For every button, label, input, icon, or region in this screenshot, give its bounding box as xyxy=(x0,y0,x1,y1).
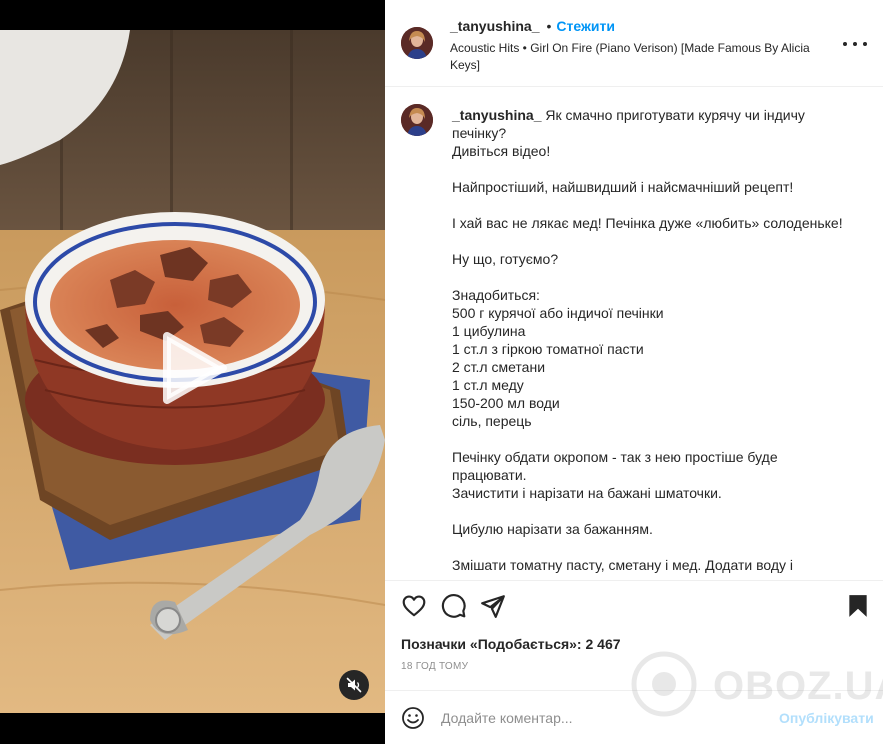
comments-area[interactable]: _tanyushina_ Як смачно приготувати куряч… xyxy=(385,88,883,580)
likes-count[interactable]: Позначки «Подобається»: 2 467 xyxy=(401,636,621,652)
mute-button[interactable] xyxy=(339,670,369,700)
follow-button[interactable]: Стежити xyxy=(556,18,615,34)
heart-icon[interactable] xyxy=(401,593,427,619)
separator-dot: • xyxy=(546,18,552,34)
avatar[interactable] xyxy=(401,27,433,59)
comment-input[interactable] xyxy=(441,705,761,731)
post-header: _tanyushina_ • Стежити Acoustic Hits • Gir… xyxy=(385,0,883,87)
post-timestamp[interactable]: 18 ГОД ТОМУ xyxy=(401,661,468,672)
username-link[interactable]: _tanyushina_ xyxy=(450,18,539,34)
add-comment-bar: Опублікувати xyxy=(385,690,883,744)
play-button[interactable] xyxy=(157,330,229,406)
more-options-icon[interactable] xyxy=(843,36,867,52)
caption-username[interactable]: _tanyushina_ xyxy=(452,107,541,123)
post-caption: _tanyushina_ Як смачно приготувати куряч… xyxy=(452,106,852,574)
comment-bubble-icon[interactable] xyxy=(441,593,467,619)
music-attribution[interactable]: Acoustic Hits • Girl On Fire (Piano Veri… xyxy=(450,40,820,74)
bookmark-icon[interactable] xyxy=(845,593,871,619)
play-icon xyxy=(163,332,227,404)
post-media[interactable] xyxy=(0,0,385,744)
action-bar: Позначки «Подобається»: 2 467 18 ГОД ТОМ… xyxy=(385,580,883,682)
header-text: _tanyushina_ • Стежити Acoustic Hits • Gir… xyxy=(450,18,820,74)
caption-text: Як смачно приготувати курячу чи індичу п… xyxy=(452,107,843,573)
post-details-panel: _tanyushina_ • Стежити Acoustic Hits • Gir… xyxy=(385,0,883,744)
publish-button[interactable]: Опублікувати xyxy=(779,710,874,726)
paper-plane-icon[interactable] xyxy=(480,593,506,619)
caption-avatar[interactable] xyxy=(401,104,433,136)
smiley-icon[interactable] xyxy=(401,706,425,730)
muted-speaker-icon xyxy=(346,677,362,693)
